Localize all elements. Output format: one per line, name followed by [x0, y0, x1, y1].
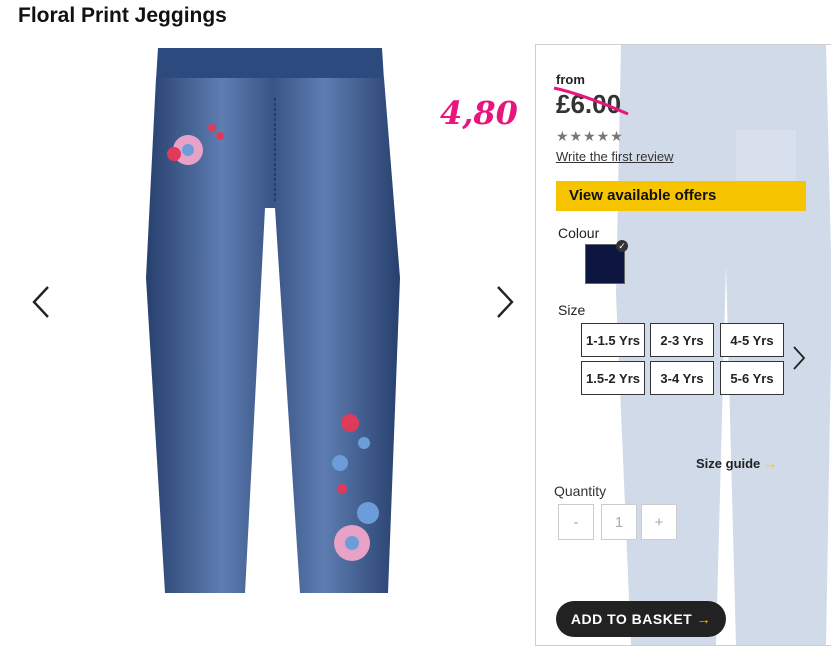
- write-review-link[interactable]: Write the first review: [556, 149, 674, 164]
- arrow-right-icon: →: [696, 611, 712, 627]
- size-option[interactable]: 5-6 Yrs: [720, 361, 784, 395]
- view-offers-button[interactable]: View available offers: [556, 181, 806, 211]
- add-to-basket-button[interactable]: ADD TO BASKET →: [556, 601, 726, 637]
- size-next-icon[interactable]: [791, 345, 807, 371]
- colour-label: Colour: [558, 225, 600, 241]
- arrow-right-icon: →: [763, 456, 777, 471]
- product-image: [146, 48, 400, 593]
- size-option[interactable]: 1.5-2 Yrs: [581, 361, 645, 395]
- page-title: Floral Print Jeggings: [18, 4, 227, 27]
- size-option[interactable]: 3-4 Yrs: [650, 361, 714, 395]
- chevron-right-icon[interactable]: [492, 284, 518, 320]
- check-icon: ✓: [616, 240, 628, 252]
- quantity-input[interactable]: 1: [601, 504, 637, 540]
- size-guide-link[interactable]: Size guide →: [696, 456, 777, 471]
- quantity-increase-button[interactable]: +: [641, 504, 677, 540]
- add-to-basket-label: ADD TO BASKET: [570, 611, 693, 627]
- quantity-decrease-button[interactable]: -: [558, 504, 594, 540]
- quantity-label: Quantity: [554, 483, 607, 499]
- strikethrough-mark: [553, 86, 629, 116]
- size-guide-label: Size guide: [696, 456, 761, 471]
- size-option[interactable]: 1-1.5 Yrs: [581, 323, 645, 357]
- size-option[interactable]: 4-5 Yrs: [720, 323, 784, 357]
- product-details-panel: from £6.00 ★★★★★ Write the first review …: [535, 44, 831, 646]
- size-label: Size: [558, 302, 586, 318]
- handwritten-price: 4,80: [440, 94, 518, 132]
- size-option[interactable]: 2-3 Yrs: [650, 323, 714, 357]
- chevron-left-icon[interactable]: [28, 284, 54, 320]
- rating-stars: ★★★★★: [556, 128, 624, 144]
